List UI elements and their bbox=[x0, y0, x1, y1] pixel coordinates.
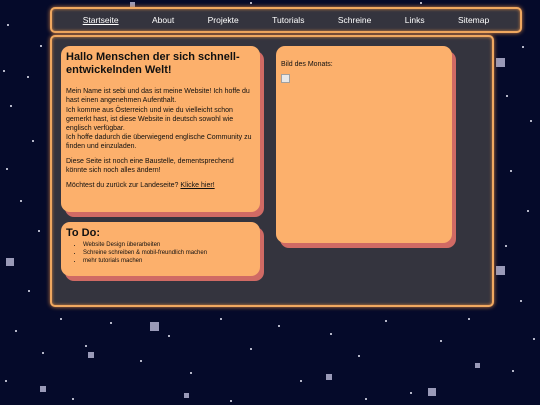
nav-link-schreine[interactable]: Schreine bbox=[338, 15, 372, 25]
intro-line-3: Ich hoffe dadurch die überwiegend englis… bbox=[66, 133, 252, 150]
intro-line-1: Mein Name ist sebi und das ist meine Web… bbox=[66, 88, 250, 105]
nav-link-sitemap[interactable]: Sitemap bbox=[458, 15, 489, 25]
landing-page-link[interactable]: Klicke hier! bbox=[180, 182, 214, 189]
intro-paragraph-3: Möchtest du zurück zur Landeseite? Klick… bbox=[66, 181, 255, 190]
todo-card: To Do: Website Design überarbeiten Schre… bbox=[61, 222, 260, 276]
nav-link-about[interactable]: About bbox=[152, 15, 174, 25]
top-navigation-bar: Startseite About Projekte Tutorials Schr… bbox=[50, 7, 522, 33]
intro-paragraph-2: Diese Seite ist noch eine Baustelle, dem… bbox=[66, 158, 234, 175]
todo-item: Schreine schreiben & mobil-freundlich ma… bbox=[83, 250, 255, 258]
intro-paragraph-1: Mein Name ist sebi und das ist meine Web… bbox=[66, 87, 255, 151]
todo-list: Website Design überarbeiten Schreine sch… bbox=[66, 242, 255, 265]
todo-item: mehr tutorials machen bbox=[83, 258, 255, 266]
landing-question: Möchtest du zurück zur Landeseite? bbox=[66, 182, 179, 190]
nav-link-projekte[interactable]: Projekte bbox=[208, 15, 239, 25]
nav-link-links[interactable]: Links bbox=[405, 15, 425, 25]
nav-link-tutorials[interactable]: Tutorials bbox=[272, 15, 304, 25]
main-content-frame: Hallo Menschen der sich schnell-entwicke… bbox=[50, 35, 494, 307]
intro-line-2: Ich komme aus Österreich und wie du viel… bbox=[66, 106, 234, 132]
todo-item: Website Design überarbeiten bbox=[83, 242, 255, 250]
picture-of-the-month-card: Bild des Monats: bbox=[276, 46, 452, 243]
intro-title: Hallo Menschen der sich schnell-entwicke… bbox=[66, 51, 240, 77]
todo-title: To Do: bbox=[66, 227, 101, 239]
picture-of-the-month-label: Bild des Monats: bbox=[281, 61, 333, 68]
intro-card: Hallo Menschen der sich schnell-entwicke… bbox=[61, 46, 260, 212]
broken-image-icon bbox=[281, 74, 290, 83]
nav-link-startseite[interactable]: Startseite bbox=[83, 15, 119, 25]
